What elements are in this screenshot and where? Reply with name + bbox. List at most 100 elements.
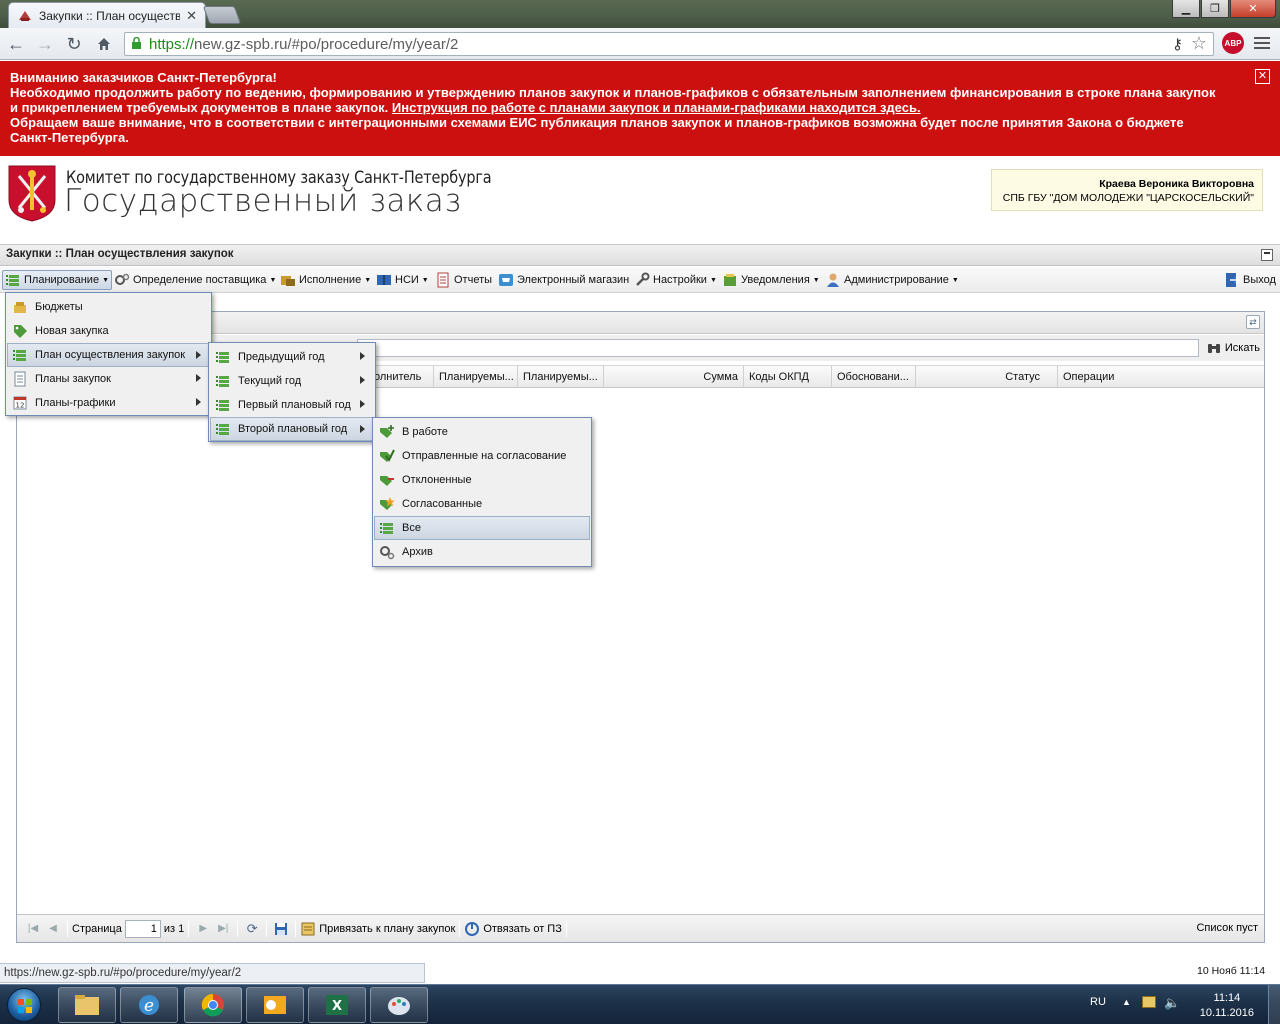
- next-page-icon[interactable]: ▶: [193, 919, 213, 939]
- menu-eshop[interactable]: Электронный магазин: [496, 270, 631, 290]
- back-icon[interactable]: ←: [5, 33, 27, 55]
- menu-item-second-plan-year[interactable]: Второй плановый год: [210, 417, 374, 441]
- submenu-arrow-icon: [196, 374, 201, 382]
- search-input[interactable]: [357, 339, 1199, 357]
- save-icon[interactable]: [271, 919, 291, 939]
- menu-planning[interactable]: Планирование ▼: [2, 270, 113, 290]
- new-tab-button[interactable]: [202, 6, 242, 24]
- volume-icon[interactable]: 🔈: [1164, 995, 1180, 1011]
- menu-admin[interactable]: Администрирование ▼: [823, 270, 961, 290]
- windows-taskbar: e X RU ▲ 🔈 11:14 10.11.2016: [0, 984, 1280, 1024]
- menu-item-first-plan-year[interactable]: Первый плановый год: [211, 393, 373, 417]
- menu-item-all[interactable]: Все: [374, 516, 590, 540]
- document-icon: [12, 371, 28, 387]
- menu-item-approved[interactable]: Согласованные: [375, 492, 589, 516]
- empty-list-label: Список пуст: [1196, 922, 1258, 934]
- start-button[interactable]: [2, 986, 46, 1024]
- browser-toolbar: ← → ↻ https://new.gz-spb.ru/#po/procedur…: [0, 28, 1280, 60]
- window-controls: ▁ ❐ ✕: [1171, 0, 1276, 18]
- column-header-executor[interactable]: олнитель: [369, 366, 433, 388]
- menu-item-in-progress[interactable]: В работе: [375, 420, 589, 444]
- tray-expand-icon[interactable]: ▲: [1122, 997, 1131, 1007]
- list-green-icon: [215, 421, 231, 437]
- key-icon[interactable]: ⚷: [1172, 35, 1183, 53]
- menu-item-previous-year[interactable]: Предыдущий год: [211, 345, 373, 369]
- tag-star-icon: [379, 496, 395, 512]
- reload-icon[interactable]: ↻: [63, 33, 85, 55]
- exit-button[interactable]: Выход: [1222, 270, 1278, 290]
- menu-supplier[interactable]: Определение поставщика ▼: [112, 270, 278, 290]
- browser-menu-icon[interactable]: [1254, 34, 1270, 52]
- site-header: Комитет по государственному заказу Санкт…: [0, 156, 1280, 244]
- taskbar-explorer[interactable]: [58, 987, 116, 1023]
- column-header-justification[interactable]: Обосновани...: [831, 366, 915, 388]
- banner-close-button[interactable]: ✕: [1255, 69, 1270, 84]
- gears-icon: [379, 544, 395, 560]
- menu-item-procurement-plan[interactable]: План осуществления закупок: [7, 343, 210, 367]
- panel-collapse-button[interactable]: [1261, 249, 1273, 261]
- menu-reports[interactable]: Отчеты: [433, 270, 494, 290]
- forward-icon[interactable]: →: [34, 33, 56, 55]
- taskbar-clock[interactable]: 11:14 10.11.2016: [1200, 991, 1254, 1021]
- budget-icon: [12, 299, 28, 315]
- address-bar[interactable]: https://new.gz-spb.ru/#po/procedure/my/y…: [124, 32, 1214, 56]
- menu-item-budgets[interactable]: Бюджеты: [8, 295, 209, 319]
- menu-nsi[interactable]: НСИ ▼: [374, 270, 431, 290]
- language-indicator[interactable]: RU: [1090, 996, 1106, 1008]
- bookmark-star-icon[interactable]: ☆: [1191, 33, 1207, 54]
- menu-item-sent-for-approval[interactable]: Отправленные на согласование: [375, 444, 589, 468]
- window-close-button[interactable]: ✕: [1230, 0, 1276, 18]
- menu-settings[interactable]: Настройки ▼: [632, 270, 719, 290]
- first-page-icon[interactable]: |◀: [23, 919, 43, 939]
- reload-grid-icon[interactable]: ⟳: [242, 919, 262, 939]
- banner-text: Необходимо продолжить работу по ведению,…: [10, 85, 1216, 115]
- menu-execution[interactable]: Исполнение ▼: [278, 270, 373, 290]
- menu-item-new-purchase[interactable]: Новая закупка: [8, 319, 209, 343]
- taskbar-excel[interactable]: X: [308, 987, 366, 1023]
- menu-item-current-year[interactable]: Текущий год: [211, 369, 373, 393]
- instruction-link[interactable]: Инструкция по работе с планами закупок и…: [392, 100, 921, 115]
- prev-page-icon[interactable]: ◀: [43, 919, 63, 939]
- page-number-input[interactable]: [124, 919, 161, 938]
- browser-tab[interactable]: Закупки :: План осуществ ✕: [8, 2, 206, 28]
- adblock-icon[interactable]: ABP: [1222, 32, 1244, 54]
- menu-item-schedules[interactable]: 12 Планы-графики: [8, 391, 209, 415]
- maximize-button[interactable]: ❐: [1201, 0, 1229, 18]
- notifications-icon: [722, 272, 738, 288]
- url-text: new.gz-spb.ru/#po/procedure/my/year/2: [194, 35, 459, 53]
- home-icon[interactable]: [93, 33, 115, 55]
- outlook-icon: [264, 996, 286, 1014]
- clock-time: 11:14: [1213, 992, 1241, 1004]
- unbind-button[interactable]: Отвязать от ПЗ: [464, 921, 562, 937]
- minimize-button[interactable]: ▁: [1172, 0, 1200, 18]
- bind-to-plan-button[interactable]: Привязать к плану закупок: [300, 921, 455, 937]
- taskbar-paint[interactable]: [370, 987, 428, 1023]
- menu-item-purchase-plans[interactable]: Планы закупок: [8, 367, 209, 391]
- user-name: Краева Вероника Викторовна: [1099, 178, 1254, 190]
- column-header-planned-2[interactable]: Планируемы...: [517, 366, 603, 388]
- menu-notifications[interactable]: Уведомления ▼: [720, 270, 822, 290]
- page-label: Страница: [72, 922, 122, 935]
- taskbar-outlook[interactable]: [246, 987, 304, 1023]
- tab-close-icon[interactable]: ✕: [186, 8, 197, 24]
- menu-item-rejected[interactable]: Отклоненные: [375, 468, 589, 492]
- grid-refresh-icon[interactable]: ⇄: [1246, 315, 1260, 329]
- unbind-icon: [464, 921, 480, 937]
- column-header-status[interactable]: Статус: [915, 366, 1045, 388]
- action-center-icon[interactable]: [1142, 996, 1156, 1008]
- last-page-icon[interactable]: ▶|: [213, 919, 233, 939]
- column-header-operations[interactable]: Операции: [1057, 366, 1264, 388]
- show-desktop-button[interactable]: [1268, 985, 1280, 1024]
- taskbar-chrome[interactable]: [184, 987, 242, 1023]
- menu-admin-label: Администрирование: [844, 274, 949, 286]
- column-header-planned-1[interactable]: Планируемы...: [433, 366, 517, 388]
- menu-notifications-label: Уведомления: [741, 274, 810, 286]
- menu-item-in-progress-label: В работе: [402, 426, 448, 438]
- menu-item-sent-for-approval-label: Отправленные на согласование: [402, 450, 567, 462]
- menu-item-archive[interactable]: Архив: [375, 540, 589, 564]
- column-header-okpd[interactable]: Коды ОКПД: [743, 366, 831, 388]
- column-header-sum[interactable]: Сумма: [603, 366, 743, 388]
- search-button[interactable]: Искать: [1206, 339, 1260, 357]
- taskbar-ie[interactable]: e: [120, 987, 178, 1023]
- list-green-icon: [12, 347, 28, 363]
